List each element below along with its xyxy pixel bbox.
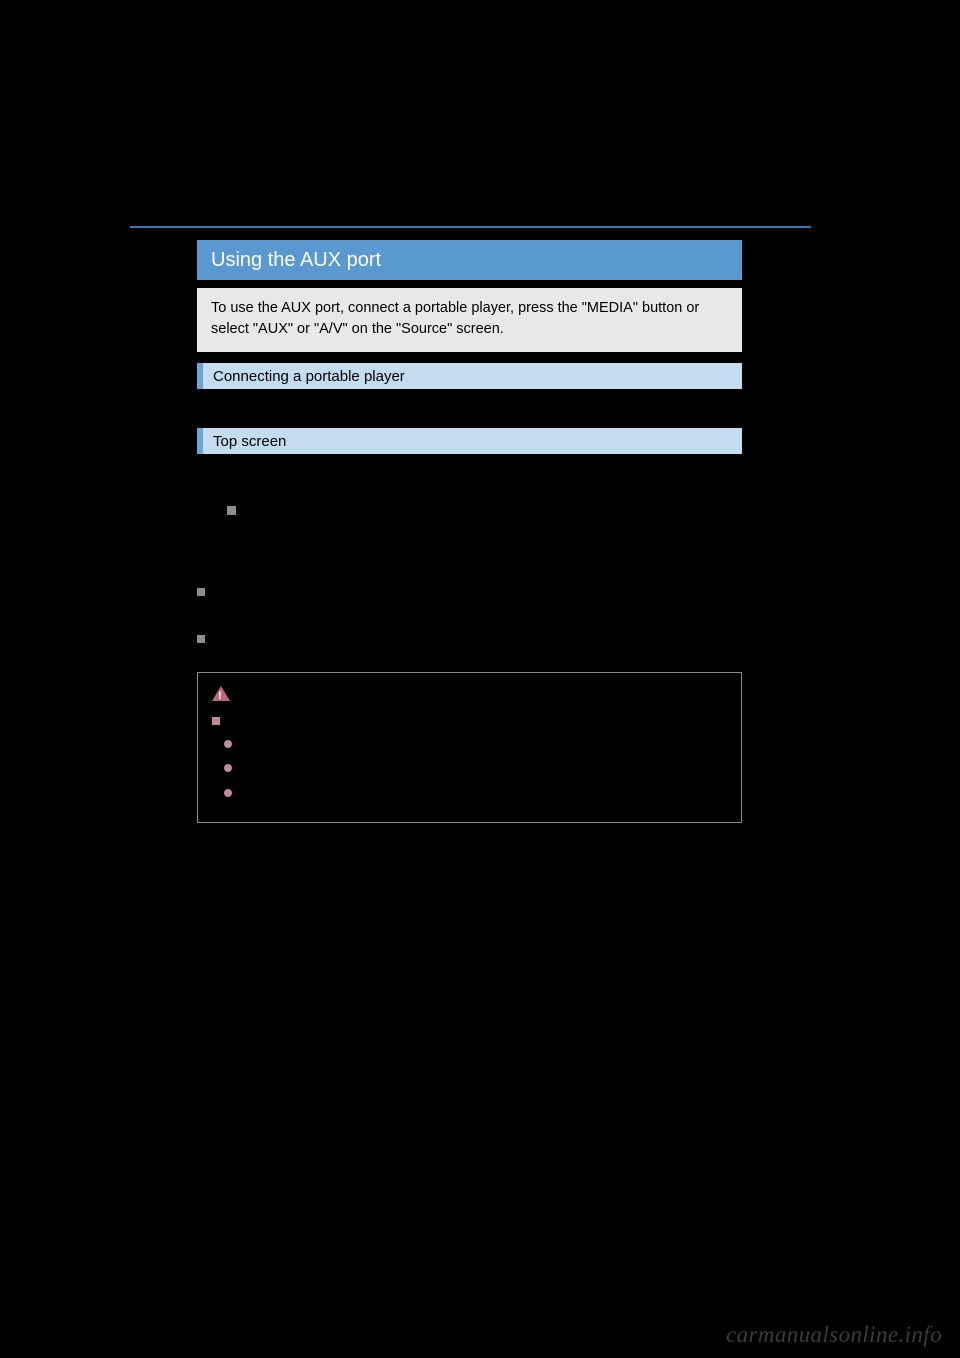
topic-banner: Using the AUX port [197, 240, 742, 280]
caution-subheading: While driving [212, 711, 727, 731]
topic-banner-title: Using the AUX port [211, 249, 381, 272]
caution-bullet-2: Do not watch the monitor while driving. … [212, 759, 727, 779]
sub-topic-ref: P. 354 [197, 524, 237, 540]
option-heading-label: Menu screen [242, 503, 326, 519]
section-title: 5-10. Lexus Display Audio system [210, 190, 435, 207]
caution-bullet-2-text: Do not watch the monitor while driving. … [240, 759, 701, 779]
caution-bullet-3: For your safety, some functions are not … [212, 784, 727, 804]
subheading-top-screen: Top screen [197, 428, 742, 454]
caution-subheading-label: While driving [226, 711, 300, 731]
divider-rule [197, 572, 742, 573]
option-heading: Menu screen [227, 503, 326, 519]
caution-bullet-3-text: For your safety, some functions are not … [240, 784, 598, 804]
page-number: 394 [130, 186, 162, 208]
caution-bullet-1: Do not connect portable players or opera… [212, 735, 727, 755]
intro-text: To use the AUX port, connect a portable … [211, 300, 699, 337]
page-ref-1: →P. 348 [197, 400, 252, 416]
dot-bullet-icon [224, 740, 232, 748]
caution-title: CAUTION [236, 683, 295, 703]
note-2-text: Noise may occur during playback. Use the… [197, 649, 742, 669]
page-ref-2: →P. 354 [197, 467, 252, 483]
subheading-top-screen-label: Top screen [213, 433, 286, 450]
caution-box: CAUTION While driving Do not connect por… [197, 672, 742, 823]
dot-bullet-icon [224, 789, 232, 797]
subheading-connecting-label: Connecting a portable player [213, 368, 405, 385]
note-2-title: When using a portable player connected t… [211, 631, 554, 646]
header-rule [130, 226, 811, 228]
vertical-doc-code: GS350_300_OM_OM30F83E_(EE) [140, 994, 150, 1180]
watermark: carmanualsonline.info [726, 1322, 942, 1348]
note-1-title: Operating portable players connected to … [211, 584, 581, 599]
dot-bullet-icon [224, 764, 232, 772]
warning-triangle-icon [212, 686, 230, 701]
square-bullet-icon [227, 506, 236, 515]
intro-box: To use the AUX port, connect a portable … [197, 288, 742, 352]
square-bullet-red-icon [212, 717, 220, 725]
square-bullet-icon [197, 635, 205, 643]
note-2: When using a portable player connected t… [197, 629, 742, 668]
square-bullet-icon [197, 588, 205, 596]
caution-bullet-1-text: Do not connect portable players or opera… [240, 735, 561, 755]
subheading-connecting: Connecting a portable player [197, 363, 742, 389]
caution-title-row: CAUTION [212, 683, 727, 703]
